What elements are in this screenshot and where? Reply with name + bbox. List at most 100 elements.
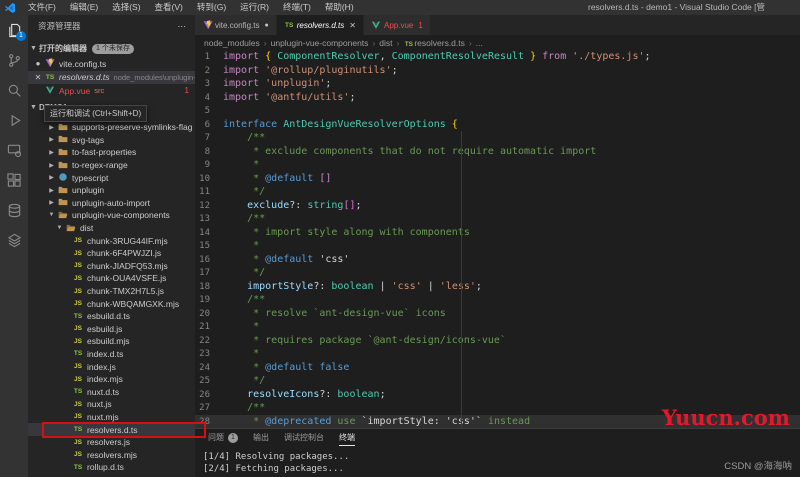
line-number: 9 (204, 160, 210, 170)
tree-file-item[interactable]: TS resolvers.d.ts (28, 423, 195, 436)
explorer-icon[interactable]: 1 (0, 15, 28, 45)
tree-file-item[interactable]: JS chunk-6F4PWJZI.js (28, 247, 195, 260)
code-line[interactable]: 6 interface AntDesignVueResolverOptions { (195, 118, 800, 132)
tree-file-item[interactable]: JS chunk-JIADFQ53.mjs (28, 260, 195, 273)
tree-file-item[interactable]: JS chunk-TMX2H7L5.js (28, 285, 195, 298)
code-line[interactable]: 20 * resolve `ant-design-vue` icons (195, 307, 800, 321)
menu-item-1[interactable]: 编辑(E) (63, 0, 105, 15)
tree-file-item[interactable]: JS nuxt.mjs (28, 411, 195, 424)
open-editors-section-header[interactable]: ▼ 打开的编辑器 1 个未保存 (28, 42, 195, 55)
tree-folder-item[interactable]: ▼ dist (28, 222, 195, 235)
source-control-icon[interactable] (0, 45, 28, 75)
breadcrumb-item[interactable]: unplugin-vue-components (271, 38, 369, 48)
tree-file-item[interactable]: JS index.js (28, 360, 195, 373)
code-line[interactable]: 13 /** (195, 212, 800, 226)
menu-item-5[interactable]: 运行(R) (233, 0, 276, 15)
code-line[interactable]: 25 */ (195, 374, 800, 388)
tree-folder-item[interactable]: ▶ to-regex-range (28, 159, 195, 172)
tree-file-item[interactable]: JS esbuild.js (28, 323, 195, 336)
tab-vite.config.ts[interactable]: vite.config.ts ● (195, 15, 277, 35)
code-line[interactable]: 1 import { ComponentResolver, ComponentRe… (195, 50, 800, 64)
code-line[interactable]: 18 importStyle?: boolean | 'css' | 'less… (195, 280, 800, 294)
code-line[interactable]: 24 * @default false (195, 361, 800, 375)
modified-dot-icon[interactable]: ● (264, 22, 268, 29)
run-debug-icon[interactable] (0, 105, 28, 135)
code-line[interactable]: 9 * (195, 158, 800, 172)
code-line[interactable]: 15 * (195, 239, 800, 253)
javascript-file-icon: JS (74, 451, 82, 459)
code-line[interactable]: 16 * @default 'css' (195, 253, 800, 267)
tree-folder-item[interactable]: ▶ unplugin-auto-import (28, 197, 195, 210)
search-icon[interactable] (0, 75, 28, 105)
tree-file-item[interactable]: JS resolvers.mjs (28, 448, 195, 461)
tree-file-item[interactable]: TS index.d.ts (28, 348, 195, 361)
tree-folder-item[interactable]: ▶ supports-preserve-symlinks-flag (28, 121, 195, 134)
code-line[interactable]: 5 (195, 104, 800, 118)
code-token: */ (223, 267, 266, 278)
tree-folder-item[interactable]: ▶ typescript (28, 171, 195, 184)
panel-tab-终端[interactable]: 终端 (339, 429, 355, 446)
tree-file-item[interactable]: JS chunk-OUA4VSFE.js (28, 272, 195, 285)
remote-icon[interactable] (0, 135, 28, 165)
open-editor-item[interactable]: ✕TS resolvers.d.tsnode_modules\unplugin-v… (28, 70, 195, 84)
tree-file-item[interactable]: JS resolvers.js (28, 436, 195, 449)
code-line[interactable]: 21 * (195, 320, 800, 334)
code-line[interactable]: 22 * requires package `@ant-design/icons… (195, 334, 800, 348)
breadcrumb-item[interactable]: node_modules (204, 38, 260, 48)
tree-folder-item[interactable]: ▶ to-fast-properties (28, 146, 195, 159)
code-token: @default (265, 172, 320, 184)
code-line[interactable]: 8 * exclude components that do not requi… (195, 145, 800, 159)
breadcrumb-item[interactable]: dist (379, 38, 392, 48)
menu-item-3[interactable]: 查看(V) (148, 0, 190, 15)
menu-item-6[interactable]: 终端(T) (276, 0, 318, 15)
code-line[interactable]: 11 */ (195, 185, 800, 199)
tree-file-item[interactable]: TS esbuild.d.ts (28, 310, 195, 323)
menu-item-0[interactable]: 文件(F) (21, 0, 63, 15)
panel-tab-调试控制台[interactable]: 调试控制台 (284, 429, 324, 446)
close-icon[interactable]: ✕ (349, 21, 356, 30)
menu-item-4[interactable]: 转到(G) (190, 0, 233, 15)
tab-resolvers.d.ts[interactable]: TS resolvers.d.ts ✕ (276, 15, 364, 35)
tree-file-item[interactable]: JS nuxt.js (28, 398, 195, 411)
layers-icon[interactable] (0, 225, 28, 255)
tree-file-item[interactable]: JS chunk-WBQAMGXK.mjs (28, 297, 195, 310)
menu-item-2[interactable]: 选择(S) (105, 0, 147, 15)
tree-file-item[interactable]: TS rollup.d.ts (28, 461, 195, 474)
tree-file-item[interactable]: JS esbuild.mjs (28, 335, 195, 348)
breadcrumb-item[interactable]: TSresolvers.d.ts (403, 38, 465, 48)
menu-item-7[interactable]: 帮助(H) (318, 0, 361, 15)
code-line[interactable]: 14 * import style along with components (195, 226, 800, 240)
code-line[interactable]: 7 /** (195, 131, 800, 145)
panel-tab-问题[interactable]: 问题 1 (208, 429, 238, 446)
code-line[interactable]: 26 resolveIcons?: boolean; (195, 388, 800, 402)
code-line[interactable]: 2 import '@rollup/pluginutils'; (195, 64, 800, 78)
open-editor-item[interactable]: App.vue src 1 (28, 84, 195, 98)
tree-file-item[interactable]: JS index.mjs (28, 373, 195, 386)
breadcrumb-item[interactable]: ... (476, 38, 483, 48)
typescript-file-icon: TS (45, 73, 55, 81)
open-editor-item[interactable]: ● vite.config.ts (28, 57, 195, 71)
code-line[interactable]: 23 * (195, 347, 800, 361)
code-line[interactable]: 10 * @default [] (195, 172, 800, 186)
database-icon[interactable] (0, 195, 28, 225)
tree-item-label: chunk-3RUG44IF.mjs (87, 235, 168, 246)
tree-folder-item[interactable]: ▶ unplugin (28, 184, 195, 197)
code-editor[interactable]: 1 import { ComponentResolver, ComponentRe… (195, 50, 800, 428)
terminal-output[interactable]: [1/4] Resolving packages... [2/4] Fetchin… (195, 446, 800, 475)
tree-file-item[interactable]: JS chunk-3RUG44IF.mjs (28, 234, 195, 247)
panel-tab-输出[interactable]: 输出 (253, 429, 269, 446)
tree-item-label: to-regex-range (72, 160, 128, 171)
tree-file-item[interactable]: TS nuxt.d.ts (28, 385, 195, 398)
tab-App.vue[interactable]: App.vue 1 (363, 15, 431, 35)
tree-folder-item[interactable]: ▶ svg-tags (28, 134, 195, 147)
code-line[interactable]: 19 /** (195, 293, 800, 307)
explorer-more-actions-icon[interactable]: ⋯ (178, 21, 188, 32)
close-icon[interactable]: ✕ (32, 73, 44, 82)
tree-folder-item[interactable]: ▼ unplugin-vue-components (28, 209, 195, 222)
code-line[interactable]: 3 import 'unplugin'; (195, 77, 800, 91)
extensions-icon[interactable] (0, 165, 28, 195)
code-line[interactable]: 4 import '@antfu/utils'; (195, 91, 800, 105)
code-line[interactable]: 12 exclude?: string[]; (195, 199, 800, 213)
code-line[interactable]: 17 */ (195, 266, 800, 280)
code-token: instead (481, 415, 531, 427)
